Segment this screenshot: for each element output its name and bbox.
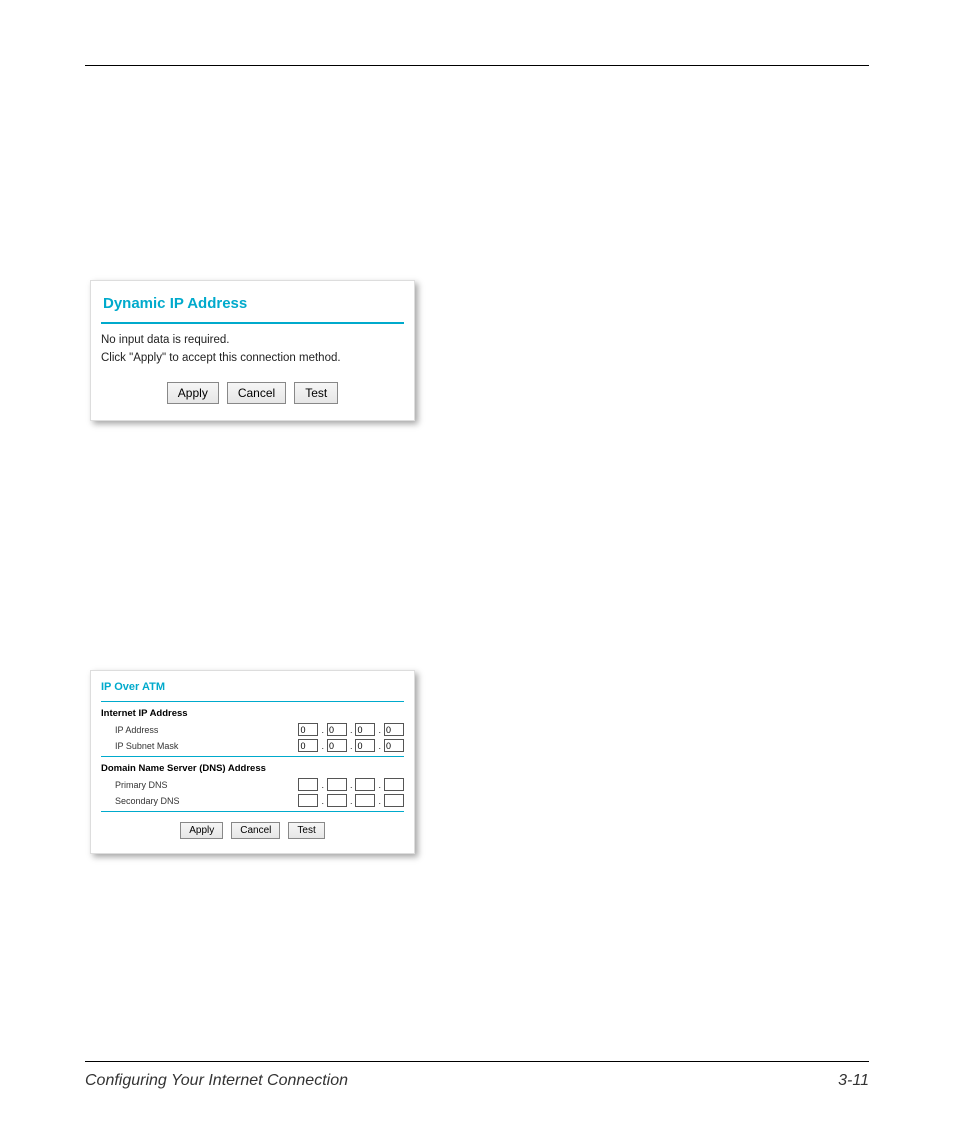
ip-octet-1[interactable]	[298, 723, 318, 736]
dynamic-ip-button-row: Apply Cancel Test	[101, 382, 404, 404]
dot-icon: .	[377, 780, 382, 790]
footer-right: 3-11	[838, 1072, 869, 1090]
pdns-octet-3[interactable]	[355, 778, 375, 791]
test-button[interactable]: Test	[288, 822, 324, 839]
primary-dns-octets: . . .	[298, 778, 404, 791]
dynamic-ip-divider	[101, 322, 404, 324]
ip-address-label: IP Address	[101, 725, 298, 735]
primary-dns-row: Primary DNS . . .	[101, 778, 404, 791]
dot-icon: .	[320, 725, 325, 735]
cancel-button[interactable]: Cancel	[227, 382, 286, 404]
dot-icon: .	[377, 741, 382, 751]
secondary-dns-label: Secondary DNS	[101, 796, 298, 806]
dot-icon: .	[320, 741, 325, 751]
subnet-row: IP Subnet Mask . . .	[101, 739, 404, 752]
apply-button[interactable]: Apply	[167, 382, 219, 404]
secondary-dns-octets: . . .	[298, 794, 404, 807]
ip-octet-4[interactable]	[384, 723, 404, 736]
apply-button[interactable]: Apply	[180, 822, 223, 839]
ip-address-octets: . . .	[298, 723, 404, 736]
ip-octet-3[interactable]	[355, 723, 375, 736]
dot-icon: .	[377, 725, 382, 735]
atm-button-row: Apply Cancel Test	[101, 822, 404, 839]
subnet-octet-1[interactable]	[298, 739, 318, 752]
pdns-octet-4[interactable]	[384, 778, 404, 791]
atm-divider-2	[101, 756, 404, 757]
subnet-octet-2[interactable]	[327, 739, 347, 752]
dynamic-ip-dialog: Dynamic IP Address No input data is requ…	[90, 280, 415, 421]
pdns-octet-2[interactable]	[327, 778, 347, 791]
dot-icon: .	[320, 780, 325, 790]
page-footer: Configuring Your Internet Connection 3-1…	[85, 1061, 869, 1090]
primary-dns-label: Primary DNS	[101, 780, 298, 790]
dns-heading: Domain Name Server (DNS) Address	[101, 763, 404, 774]
footer-rule	[85, 1061, 869, 1062]
ip-address-row: IP Address . . .	[101, 723, 404, 736]
atm-divider-3	[101, 811, 404, 812]
sdns-octet-2[interactable]	[327, 794, 347, 807]
sdns-octet-3[interactable]	[355, 794, 375, 807]
dot-icon: .	[349, 741, 354, 751]
dot-icon: .	[377, 796, 382, 806]
dot-icon: .	[349, 796, 354, 806]
sdns-octet-4[interactable]	[384, 794, 404, 807]
pdns-octet-1[interactable]	[298, 778, 318, 791]
sdns-octet-1[interactable]	[298, 794, 318, 807]
subnet-octet-4[interactable]	[384, 739, 404, 752]
ip-over-atm-dialog: IP Over ATM Internet IP Address IP Addre…	[90, 670, 415, 854]
page-content: Dynamic IP Address No input data is requ…	[85, 65, 869, 1090]
test-button[interactable]: Test	[294, 382, 338, 404]
top-horizontal-rule	[85, 65, 869, 66]
internet-ip-heading: Internet IP Address	[101, 708, 404, 719]
dynamic-ip-title: Dynamic IP Address	[103, 295, 404, 312]
footer-left: Configuring Your Internet Connection	[85, 1072, 348, 1090]
subnet-octet-3[interactable]	[355, 739, 375, 752]
cancel-button[interactable]: Cancel	[231, 822, 280, 839]
dot-icon: .	[349, 780, 354, 790]
subnet-octets: . . .	[298, 739, 404, 752]
dynamic-ip-text-1: No input data is required.	[101, 334, 404, 346]
secondary-dns-row: Secondary DNS . . .	[101, 794, 404, 807]
dot-icon: .	[320, 796, 325, 806]
subnet-label: IP Subnet Mask	[101, 741, 298, 751]
ip-over-atm-title: IP Over ATM	[101, 681, 404, 693]
dot-icon: .	[349, 725, 354, 735]
dynamic-ip-text-2: Click "Apply" to accept this connection …	[101, 352, 404, 364]
ip-octet-2[interactable]	[327, 723, 347, 736]
footer-row: Configuring Your Internet Connection 3-1…	[85, 1072, 869, 1090]
atm-divider-1	[101, 701, 404, 702]
